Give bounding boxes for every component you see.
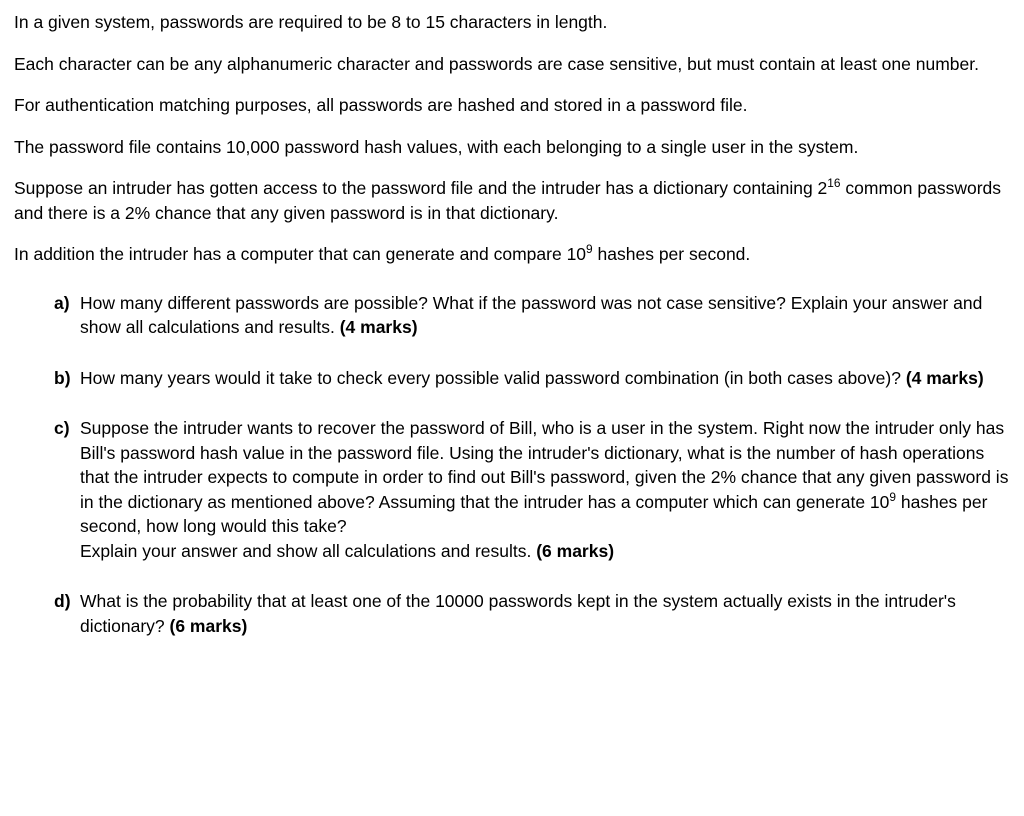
intro-paragraph-1: In a given system, passwords are require… [14, 10, 1010, 35]
question-c-text-3: Explain your answer and show all calcula… [80, 541, 536, 561]
question-marker-d: d) [54, 589, 71, 614]
question-marker-c: c) [54, 416, 70, 441]
question-c-text-1: Suppose the intruder wants to recover th… [80, 418, 1008, 512]
intro-p5-exp: 16 [827, 176, 840, 190]
intro-paragraph-4: The password file contains 10,000 passwo… [14, 135, 1010, 160]
question-c: c) Suppose the intruder wants to recover… [54, 416, 1010, 563]
question-marker-b: b) [54, 366, 71, 391]
question-c-marks: (6 marks) [536, 541, 614, 561]
question-b: b) How many years would it take to check… [54, 366, 1010, 391]
question-b-marks: (4 marks) [906, 368, 984, 388]
intro-paragraph-2: Each character can be any alphanumeric c… [14, 52, 1010, 77]
question-a-text: How many different passwords are possibl… [80, 293, 982, 338]
intro-p6-post: hashes per second. [593, 244, 751, 264]
intro-paragraph-3: For authentication matching purposes, al… [14, 93, 1010, 118]
question-marker-a: a) [54, 291, 70, 316]
question-a: a) How many different passwords are poss… [54, 291, 1010, 340]
intro-paragraph-5: Suppose an intruder has gotten access to… [14, 176, 1010, 225]
intro-p6-exp: 9 [586, 242, 593, 256]
intro-paragraph-6: In addition the intruder has a computer … [14, 242, 1010, 267]
question-d-marks: (6 marks) [170, 616, 248, 636]
question-a-marks: (4 marks) [340, 317, 418, 337]
question-list: a) How many different passwords are poss… [14, 291, 1010, 639]
question-b-text: How many years would it take to check ev… [80, 368, 906, 388]
question-d: d) What is the probability that at least… [54, 589, 1010, 638]
intro-p6-pre: In addition the intruder has a computer … [14, 244, 586, 264]
intro-p5-pre: Suppose an intruder has gotten access to… [14, 178, 827, 198]
